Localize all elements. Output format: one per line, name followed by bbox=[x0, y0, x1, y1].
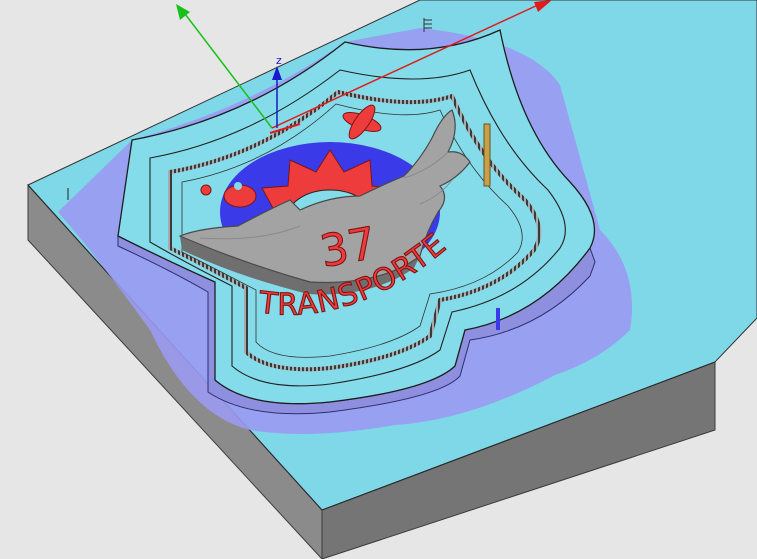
plate-marker bbox=[496, 308, 500, 330]
machining-simulation-scene: 37 TRANSPORTE z bbox=[27, 0, 757, 559]
z-axis-label: z bbox=[276, 54, 282, 67]
tool-icon bbox=[483, 123, 491, 187]
cam-3d-viewport[interactable]: 37 TRANSPORTE z bbox=[0, 0, 757, 559]
